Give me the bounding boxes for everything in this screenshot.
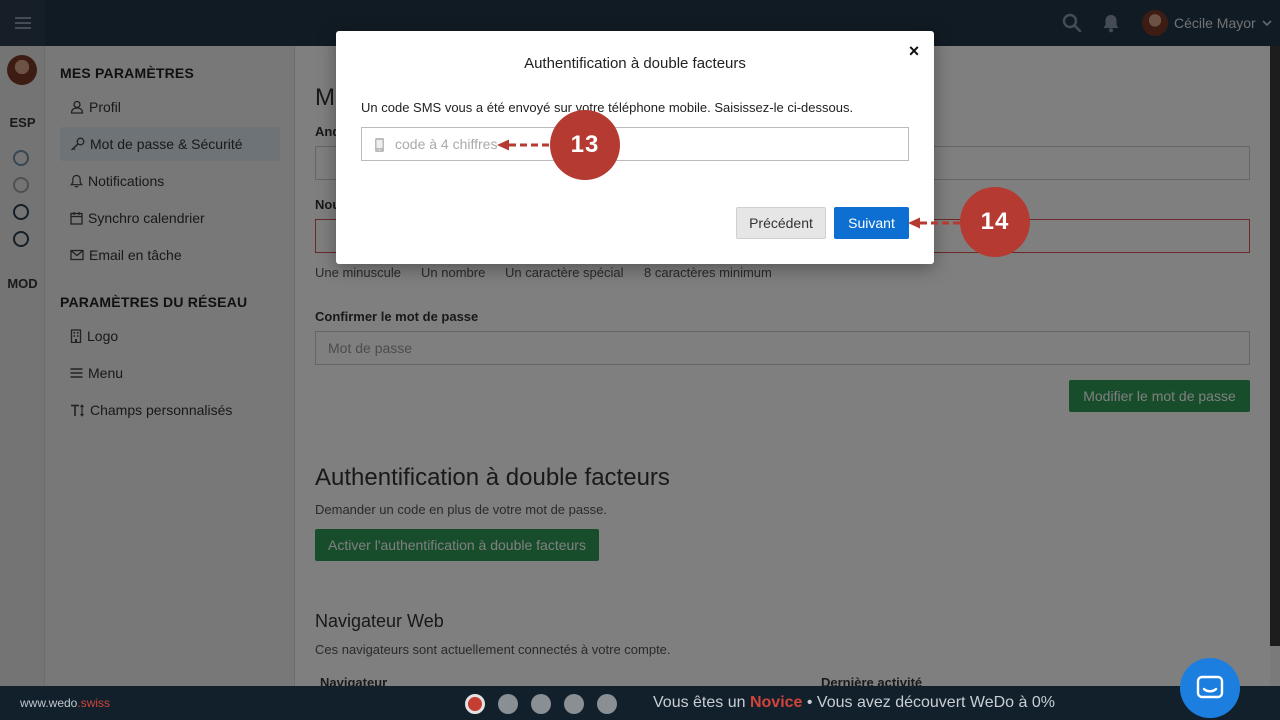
modal-title: Authentification à double facteurs [524,55,746,72]
mobile-phone-icon [375,138,384,152]
close-icon: × [908,40,920,61]
progress-step[interactable] [564,694,584,714]
previous-button[interactable]: Précédent [736,207,826,239]
modal-message: Un code SMS vous a été envoyé sur votre … [361,100,854,115]
status-prefix: Vous êtes un [653,694,750,711]
bottom-bar: www.wedo.swiss Vous êtes un Novice • Vou… [0,686,1280,720]
onboarding-status: Vous êtes un Novice • Vous avez découver… [653,694,1055,712]
sms-code-input[interactable] [395,128,895,160]
annotation-arrow [908,217,962,229]
annotation-step-marker: 14 [960,187,1030,257]
next-button[interactable]: Suivant [834,207,909,239]
status-level: Novice [749,694,803,711]
chat-icon [1196,675,1224,699]
close-button[interactable]: × [904,41,924,61]
status-suffix: • Vous avez découvert WeDo à 0% [802,694,1055,711]
twofa-modal: Authentification à double facteurs × Un … [336,31,934,264]
onboarding-progress [465,694,617,714]
chat-button[interactable] [1180,658,1240,718]
progress-step[interactable] [531,694,551,714]
progress-step[interactable] [498,694,518,714]
progress-step[interactable] [597,694,617,714]
annotation-step-marker: 13 [550,110,620,180]
brand-name: www.wedo [20,696,78,710]
sms-code-field[interactable] [361,127,909,161]
brand-suffix: .swiss [77,696,111,710]
annotation-arrow [497,139,553,151]
progress-step[interactable] [465,694,485,714]
brand-logo[interactable]: www.wedo.swiss [20,696,110,710]
